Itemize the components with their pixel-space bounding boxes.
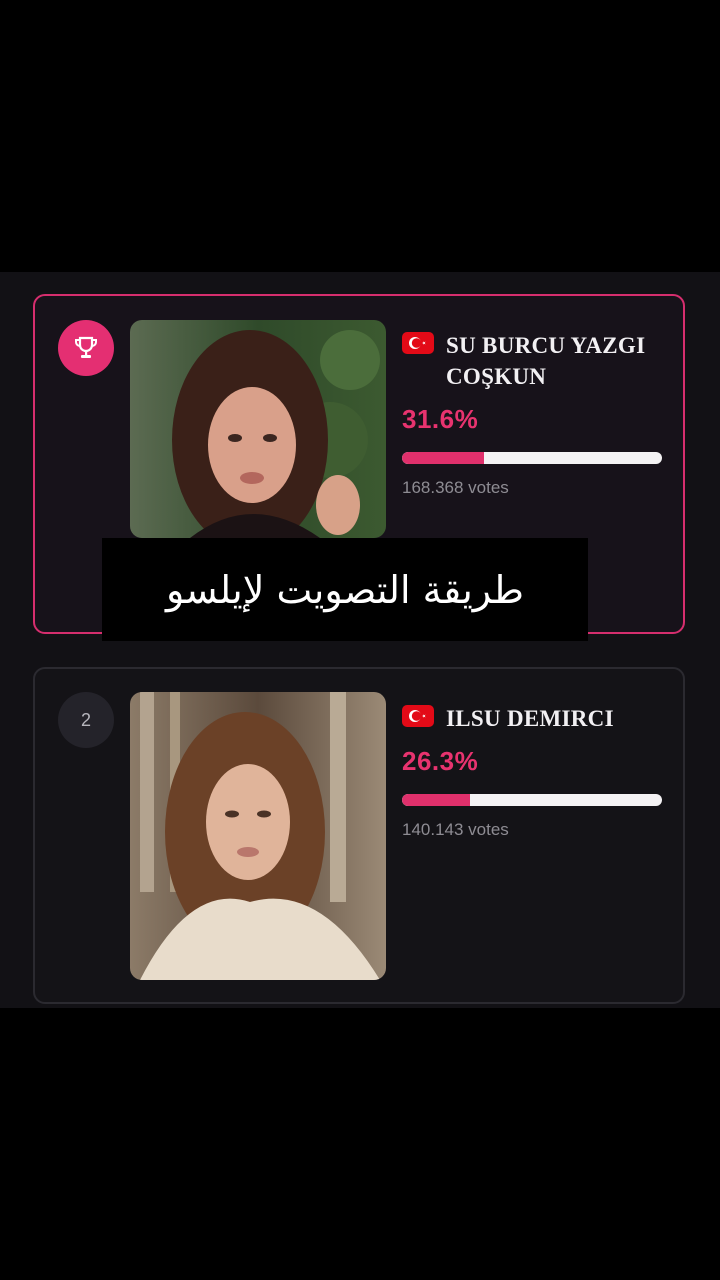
candidate-name: SU BURCU YAZGI COŞKUN (446, 333, 646, 389)
rank-badge: 2 (58, 692, 114, 748)
vote-progress-bar (402, 452, 662, 464)
vote-progress-bar (402, 794, 662, 806)
vote-count: 140.143 votes (402, 820, 509, 839)
trophy-icon (58, 320, 114, 376)
turkey-flag-icon (402, 705, 434, 727)
video-caption-overlay: طريقة التصويت لإيلسو (102, 538, 588, 641)
vote-count: 168.368 votes (402, 478, 509, 497)
vote-percentage: 26.3% (402, 746, 479, 776)
candidate-name-row-1: SU BURCU YAZGI COŞKUN (402, 330, 672, 392)
turkey-flag-icon (402, 332, 434, 354)
candidate-photo-2 (130, 692, 386, 980)
vote-percentage: 31.6% (402, 404, 479, 434)
candidate-name-row-2: ILSU DEMIRCI (402, 703, 672, 734)
candidate-photo-1 (130, 320, 386, 538)
candidate-name: ILSU DEMIRCI (446, 706, 614, 731)
vote-progress-fill (402, 452, 485, 464)
vote-progress-fill (402, 794, 471, 806)
